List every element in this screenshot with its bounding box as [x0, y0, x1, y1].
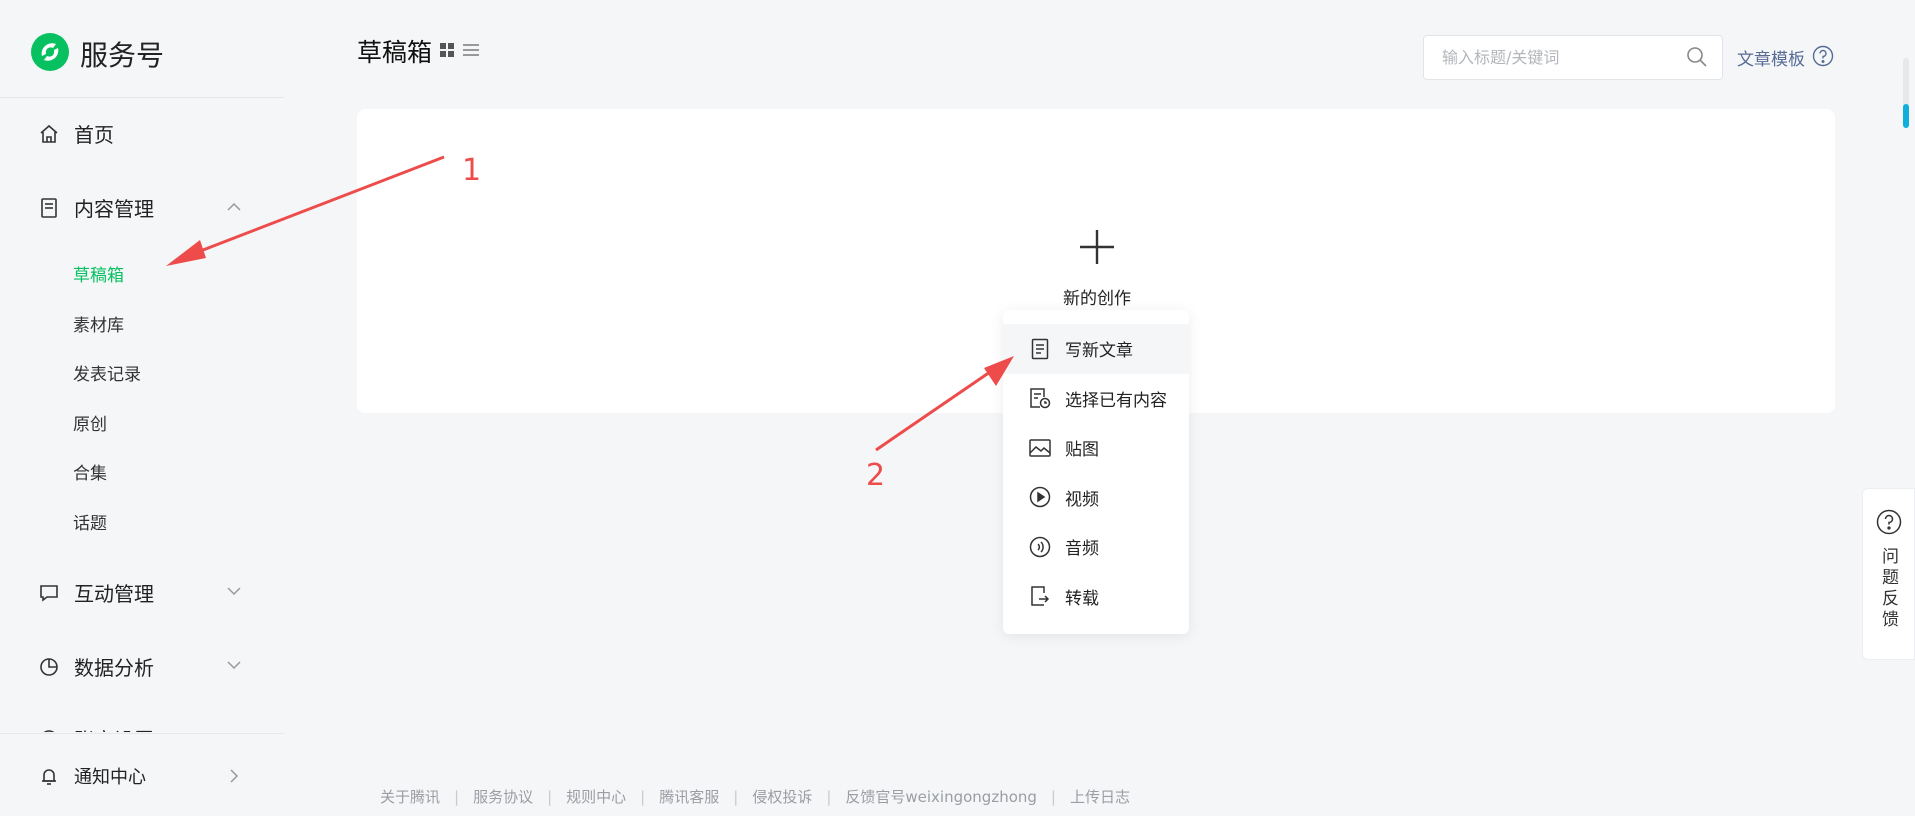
- sidebar-divider: [0, 97, 284, 98]
- footer-link[interactable]: 侵权投诉: [752, 786, 812, 807]
- grid-view-icon[interactable]: [439, 42, 455, 62]
- sub-item-topics[interactable]: 话题: [73, 509, 107, 534]
- nav-interaction-management[interactable]: 互动管理: [38, 578, 154, 607]
- pie-chart-icon: [38, 656, 60, 678]
- question-icon: [1876, 509, 1902, 539]
- menu-item-label: 选择已有内容: [1065, 390, 1167, 411]
- nav-account-settings-label: 账户设置: [74, 724, 154, 732]
- menu-item-label: 写新文章: [1065, 341, 1133, 362]
- menu-item-image-post[interactable]: 贴图: [1003, 423, 1189, 473]
- nav-notification-center-label: 通知中心: [74, 767, 146, 788]
- sub-item-materials[interactable]: 素材库: [73, 311, 124, 336]
- footer-link[interactable]: 规则中心: [566, 786, 626, 807]
- chevron-right-icon[interactable]: [224, 766, 244, 786]
- sub-item-publish-records[interactable]: 发表记录: [73, 360, 141, 385]
- list-view-icon[interactable]: [462, 42, 480, 62]
- footer-link[interactable]: 关于腾讯: [380, 786, 440, 807]
- nav-clipped-container: 账户设置: [0, 716, 284, 732]
- audio-icon: [1029, 536, 1051, 558]
- feedback-label: 问题反馈: [1878, 547, 1898, 631]
- nav-account-settings[interactable]: 账户设置: [38, 724, 154, 732]
- menu-item-new-article[interactable]: 写新文章: [1003, 324, 1189, 374]
- page-title: 草稿箱: [357, 38, 433, 67]
- sub-item-original[interactable]: 原创: [73, 410, 107, 435]
- footer-link[interactable]: 反馈官号weixingongzhong: [845, 786, 1037, 807]
- bell-icon: [38, 765, 60, 787]
- play-icon: [1029, 486, 1051, 508]
- footer-link[interactable]: 上传日志: [1070, 786, 1130, 807]
- scrollbar-thumb[interactable]: [1903, 104, 1909, 128]
- nav-content-management[interactable]: 内容管理: [38, 193, 244, 222]
- new-creation-menu: 写新文章 选择已有内容 贴图 视频 音频 转载: [1003, 310, 1189, 634]
- document-clock-icon: [1029, 387, 1051, 409]
- sidebar: 服务号 首页 内容管理 草稿箱 素材库 发表记录 原创 合集 话题 互动管理 数…: [0, 0, 284, 816]
- chevron-up-icon[interactable]: [224, 197, 244, 217]
- menu-item-video[interactable]: 视频: [1003, 473, 1189, 523]
- menu-item-audio[interactable]: 音频: [1003, 522, 1189, 572]
- repost-icon: [1029, 585, 1051, 607]
- brand-logo[interactable]: 服务号: [30, 30, 164, 78]
- menu-item-label: 视频: [1065, 489, 1099, 510]
- brand-name: 服务号: [80, 39, 165, 72]
- article-icon: [1029, 338, 1051, 360]
- nav-home[interactable]: 首页: [38, 119, 114, 148]
- nav-notification-center[interactable]: 通知中心: [38, 763, 146, 789]
- footer-link[interactable]: 腾讯客服: [659, 786, 719, 807]
- nav-data-analysis-label: 数据分析: [74, 656, 154, 680]
- new-creation-label[interactable]: 新的创作: [1060, 284, 1134, 309]
- chat-icon: [38, 582, 60, 604]
- sub-item-collections[interactable]: 合集: [73, 459, 107, 484]
- search-box: [1423, 35, 1723, 80]
- nav-interaction-management-label: 互动管理: [74, 582, 154, 606]
- image-icon: [1029, 437, 1051, 459]
- wechat-logo-icon: [30, 32, 70, 76]
- chevron-down-icon[interactable]: [224, 581, 244, 601]
- menu-item-select-existing[interactable]: 选择已有内容: [1003, 374, 1189, 424]
- article-template-link[interactable]: 文章模板: [1737, 45, 1805, 70]
- annotation-label-2: 2: [866, 458, 886, 493]
- help-icon[interactable]: [1812, 45, 1834, 71]
- settings-icon: [38, 728, 60, 732]
- menu-item-repost[interactable]: 转载: [1003, 572, 1189, 622]
- nav-content-management-label: 内容管理: [74, 197, 154, 221]
- feedback-button[interactable]: 问题反馈: [1862, 488, 1915, 660]
- document-icon: [38, 197, 60, 219]
- home-icon: [38, 123, 60, 145]
- nav-data-analysis[interactable]: 数据分析: [38, 652, 154, 681]
- chevron-down-icon[interactable]: [224, 655, 244, 675]
- nav-home-label: 首页: [74, 123, 114, 147]
- footer-link[interactable]: 服务协议: [473, 786, 533, 807]
- search-icon[interactable]: [1686, 46, 1708, 72]
- menu-item-label: 音频: [1065, 539, 1099, 560]
- plus-icon[interactable]: [1078, 228, 1116, 270]
- sub-item-drafts[interactable]: 草稿箱: [73, 261, 124, 286]
- annotation-label-1: 1: [462, 153, 482, 188]
- sidebar-divider: [0, 733, 284, 734]
- search-input[interactable]: [1442, 36, 1682, 79]
- menu-item-label: 转载: [1065, 588, 1099, 609]
- menu-item-label: 贴图: [1065, 440, 1099, 461]
- footer-links: 关于腾讯 | 服务协议 | 规则中心 | 腾讯客服 | 侵权投诉 | 反馈官号weixin…: [380, 786, 1130, 807]
